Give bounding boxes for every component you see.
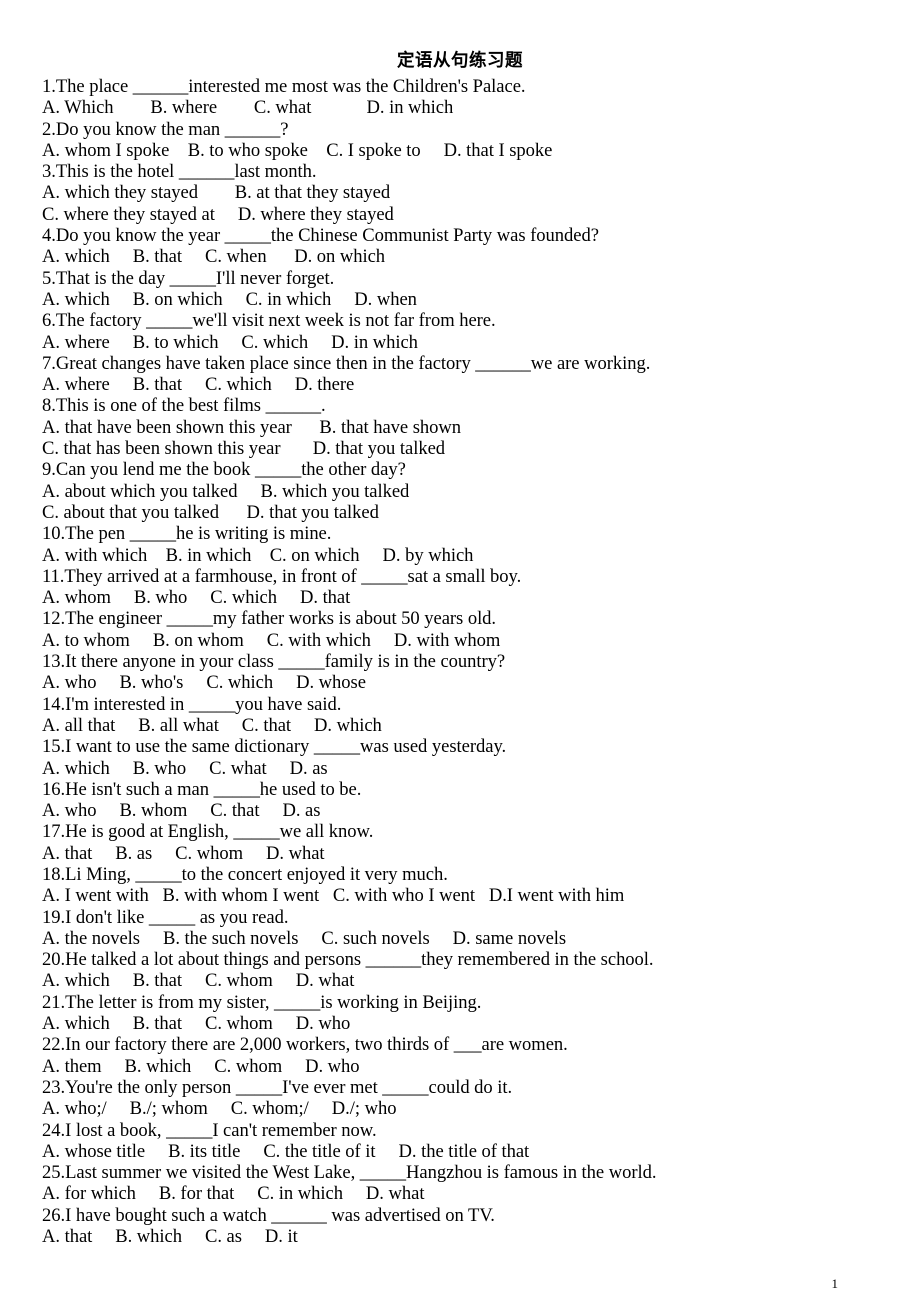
text-line: A. all that B. all what C. that D. which [42,714,382,736]
text-line: A. with which B. in which C. on which D.… [42,544,474,566]
text-line: A. which B. that C. whom D. who [42,1013,351,1035]
text-line: C. where they stayed at D. where they st… [42,203,394,225]
text-line: 10.The pen _____he is writing is mine. [42,523,332,545]
text-line: 7.Great changes have taken place since t… [42,352,651,374]
text-line: C. about that you talked D. that you tal… [42,501,379,523]
text-line: A. them B. which C. whom D. who [42,1055,360,1077]
text-line: 11.They arrived at a farmhouse, in front… [42,565,522,587]
page-title: 定语从句练习题 [397,51,523,71]
text-line: A. which B. that C. whom D. what [42,970,355,992]
text-line: A. I went with B. with whom I went C. wi… [42,885,625,907]
text-line: A. who B. whom C. that D. as [42,800,321,822]
text-line: A. who;/ B./; whom C. whom;/ D./; who [42,1098,397,1120]
text-line: 22.In our factory there are 2,000 worker… [42,1034,568,1056]
text-line: 25.Last summer we visited the West Lake,… [42,1162,657,1184]
text-line: C. that has been shown this year D. that… [42,438,446,460]
text-line: 18.Li Ming, _____to the concert enjoyed … [42,863,448,885]
text-line: 19.I don't like _____ as you read. [42,906,289,928]
text-line: A. which B. that C. when D. on which [42,246,386,268]
page-number: 1 [831,1276,839,1291]
text-line: A. for which B. for that C. in which D. … [42,1183,425,1205]
text-line: A. which B. on which C. in which D. when [42,288,417,310]
text-line: 9.Can you lend me the book _____the othe… [42,459,406,481]
text-line: A. the novels B. the such novels C. such… [42,927,567,949]
text-line: 21.The letter is from my sister, _____is… [42,991,482,1013]
text-line: 3.This is the hotel ______last month. [42,161,317,183]
text-line: 23.You're the only person _____I've ever… [42,1076,513,1098]
text-line: A. which B. who C. what D. as [42,757,328,779]
text-line: 2.Do you know the man ______? [42,118,289,140]
text-line: 8.This is one of the best films ______. [42,395,326,417]
text-line: A. that have been shown this year B. tha… [42,416,462,438]
text-line: A. where B. that C. which D. there [42,374,355,396]
text-line: A. whom B. who C. which D. that [42,587,351,609]
text-line: 5.That is the day _____I'll never forget… [42,267,335,289]
text-line: 20.He talked a lot about things and pers… [42,949,654,971]
text-line: 15.I want to use the same dictionary ___… [42,736,507,758]
text-line: A. which they stayed B. at that they sta… [42,182,391,204]
text-line: A. where B. to which C. which D. in whic… [42,331,418,353]
text-line: 13.It there anyone in your class _____fa… [42,651,506,673]
text-line: 24.I lost a book, _____I can't remember … [42,1119,377,1141]
text-line: A. who B. who's C. which D. whose [42,672,366,694]
text-line: 17.He is good at English, _____we all kn… [42,821,374,843]
text-line: 4.Do you know the year _____the Chinese … [42,225,599,247]
text-line: A. whom I spoke B. to who spoke C. I spo… [42,139,553,161]
text-line: A. that B. which C. as D. it [42,1226,298,1248]
text-line: 14.I'm interested in _____you have said. [42,693,342,715]
text-line: 26.I have bought such a watch ______ was… [42,1204,495,1226]
document-page: 定语从句练习题 1.The place ______interested me … [0,0,920,1302]
question-list: 1.The place ______interested me most was… [42,76,902,1247]
text-line: 12.The engineer _____my father works is … [42,608,497,630]
text-line: 16.He isn't such a man _____he used to b… [42,778,362,800]
text-line: A. that B. as C. whom D. what [42,842,325,864]
text-line: 6.The factory _____we'll visit next week… [42,310,496,332]
text-line: 1.The place ______interested me most was… [42,76,526,97]
text-line: A. whose title B. its title C. the title… [42,1140,530,1162]
text-line: A. Which B. where C. what D. in which [42,97,454,119]
text-line: A. to whom B. on whom C. with which D. w… [42,629,501,651]
text-line: A. about which you talked B. which you t… [42,480,410,502]
